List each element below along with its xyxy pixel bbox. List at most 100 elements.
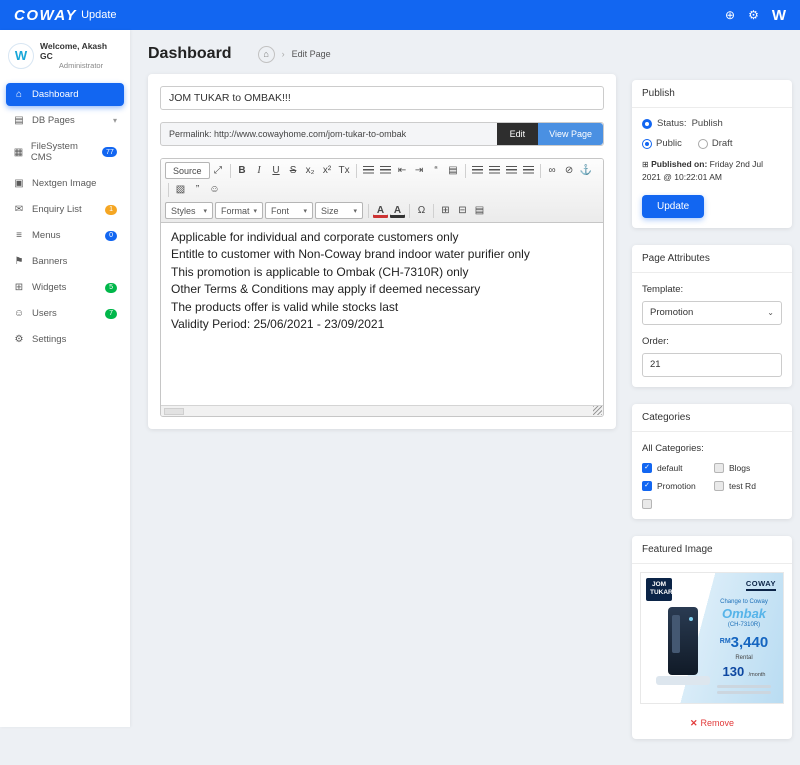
- category-empty[interactable]: [642, 499, 710, 509]
- categories-title: Categories: [632, 404, 792, 432]
- strikethrough-button[interactable]: S: [285, 162, 302, 179]
- globe-icon[interactable]: [725, 9, 735, 21]
- sidebar-item-widgets[interactable]: Widgets 5: [6, 276, 124, 299]
- sidebar-item-settings[interactable]: Settings: [6, 328, 124, 351]
- w-logo[interactable]: W: [772, 7, 786, 24]
- home-icon[interactable]: ⌂: [258, 46, 275, 63]
- toolbar-separator: [465, 164, 466, 178]
- align-justify-icon[interactable]: [520, 162, 537, 179]
- resize-grip[interactable]: [593, 406, 602, 415]
- checkbox-icon: [714, 481, 724, 491]
- radio-public-label: Public: [656, 138, 682, 149]
- styles-select[interactable]: Styles▾: [165, 202, 213, 219]
- edit-permalink-button[interactable]: Edit: [497, 123, 539, 145]
- bulleted-list-icon[interactable]: [377, 162, 394, 179]
- indent-button[interactable]: ⇥: [411, 162, 428, 179]
- table-button[interactable]: ⊞: [437, 202, 454, 219]
- order-input[interactable]: [642, 353, 782, 377]
- order-label: Order:: [642, 336, 782, 347]
- sidebar-item-db-pages[interactable]: DB Pages ▾: [6, 109, 124, 132]
- bg-color-button[interactable]: A: [389, 202, 406, 219]
- logo-suffix: Update: [81, 9, 116, 21]
- banner-icon: [13, 256, 25, 267]
- bold-button[interactable]: B: [234, 162, 251, 179]
- maximize-icon[interactable]: ⤢: [210, 162, 227, 179]
- sidebar-item-label: Enquiry List: [32, 204, 82, 215]
- count-badge: 7: [105, 309, 117, 319]
- gears-icon[interactable]: [748, 9, 759, 21]
- element-path-chip[interactable]: [164, 408, 184, 415]
- template-select[interactable]: Promotion ⌄: [642, 301, 782, 325]
- remove-image-button[interactable]: ✕ Remove: [632, 712, 792, 739]
- align-center-icon[interactable]: [486, 162, 503, 179]
- checkbox-icon: [642, 499, 652, 509]
- category-test-rd[interactable]: test Rd: [714, 481, 782, 491]
- status-row: Status: Publish: [642, 118, 782, 129]
- numbered-list-icon[interactable]: [360, 162, 377, 179]
- promo-text: Change to Coway Ombak (CH-7310R) RM3,440…: [703, 599, 784, 695]
- coway-logo: COWAY: [14, 7, 77, 24]
- template-label: Template:: [642, 284, 782, 295]
- category-promotion[interactable]: Promotion: [642, 481, 710, 491]
- category-label: Blogs: [729, 463, 750, 473]
- toolbar-separator: [356, 164, 357, 178]
- sidebar-item-label: Banners: [32, 256, 67, 267]
- view-page-button[interactable]: View Page: [538, 123, 603, 145]
- superscript-button[interactable]: x²: [319, 162, 336, 179]
- sidebar-item-menus[interactable]: Menus 0: [6, 224, 124, 247]
- outdent-button[interactable]: ⇤: [394, 162, 411, 179]
- chevron-down-icon: ▾: [203, 207, 207, 215]
- sidebar-item-nextgen-image[interactable]: Nextgen Image: [6, 172, 124, 195]
- radio-public[interactable]: Public: [642, 138, 682, 149]
- font-select[interactable]: Font▾: [265, 202, 313, 219]
- featured-image-panel: Featured Image JOM TUKAR COWAY Change to…: [632, 536, 792, 739]
- quote-button[interactable]: ”: [189, 181, 206, 198]
- subscript-button[interactable]: x₂: [302, 162, 319, 179]
- checkbox-icon: [714, 463, 724, 473]
- source-button[interactable]: Source: [165, 162, 210, 179]
- fine-print-line: [717, 685, 771, 688]
- text-color-button[interactable]: A: [372, 202, 389, 219]
- menus-icon: [13, 230, 25, 241]
- size-select[interactable]: Size▾: [315, 202, 363, 219]
- categories-panel: Categories All Categories: default Blogs…: [632, 404, 792, 519]
- chevron-down-icon: ▾: [353, 207, 357, 215]
- toolbar-separator: [409, 204, 410, 218]
- anchor-button[interactable]: ⚓: [578, 162, 595, 179]
- category-blogs[interactable]: Blogs: [714, 463, 782, 473]
- filesystem-icon: [13, 147, 24, 158]
- editor-body[interactable]: Applicable for individual and corporate …: [161, 223, 603, 405]
- editor-line: This promotion is applicable to Ombak (C…: [171, 264, 593, 281]
- update-button[interactable]: Update: [642, 195, 704, 218]
- blockquote-button[interactable]: “: [428, 162, 445, 179]
- page-break-button[interactable]: ▤: [471, 202, 488, 219]
- category-label: test Rd: [729, 481, 756, 491]
- align-left-icon[interactable]: [469, 162, 486, 179]
- smiley-button[interactable]: ☺: [206, 181, 223, 198]
- underline-button[interactable]: U: [268, 162, 285, 179]
- format-select[interactable]: Format▾: [215, 202, 263, 219]
- radio-icon: [642, 139, 652, 149]
- right-panel: Publish Status: Publish Public Draft: [632, 80, 792, 756]
- horizontal-rule-button[interactable]: ⊟: [454, 202, 471, 219]
- div-container-button[interactable]: ▤: [445, 162, 462, 179]
- page-title-input[interactable]: [160, 86, 604, 110]
- category-default[interactable]: default: [642, 463, 710, 473]
- remove-format-button[interactable]: Tx: [336, 162, 353, 179]
- toolbar-separator: [368, 204, 369, 218]
- publish-panel-title: Publish: [632, 80, 792, 108]
- home-icon: [13, 89, 25, 100]
- sidebar-item-banners[interactable]: Banners: [6, 250, 124, 273]
- unlink-button[interactable]: ⊘: [561, 162, 578, 179]
- special-char-button[interactable]: Ω: [413, 202, 430, 219]
- align-right-icon[interactable]: [503, 162, 520, 179]
- image-button[interactable]: ▧: [172, 181, 189, 198]
- sidebar-item-users[interactable]: Users 7: [6, 302, 124, 325]
- sidebar-item-enquiry-list[interactable]: Enquiry List 1: [6, 198, 124, 221]
- sidebar-item-filesystem-cms[interactable]: FileSystem CMS 77: [6, 135, 124, 169]
- template-selected-value: Promotion: [650, 307, 693, 318]
- sidebar-item-dashboard[interactable]: Dashboard: [6, 83, 124, 106]
- link-button[interactable]: ∞: [544, 162, 561, 179]
- italic-button[interactable]: I: [251, 162, 268, 179]
- radio-draft[interactable]: Draft: [698, 138, 733, 149]
